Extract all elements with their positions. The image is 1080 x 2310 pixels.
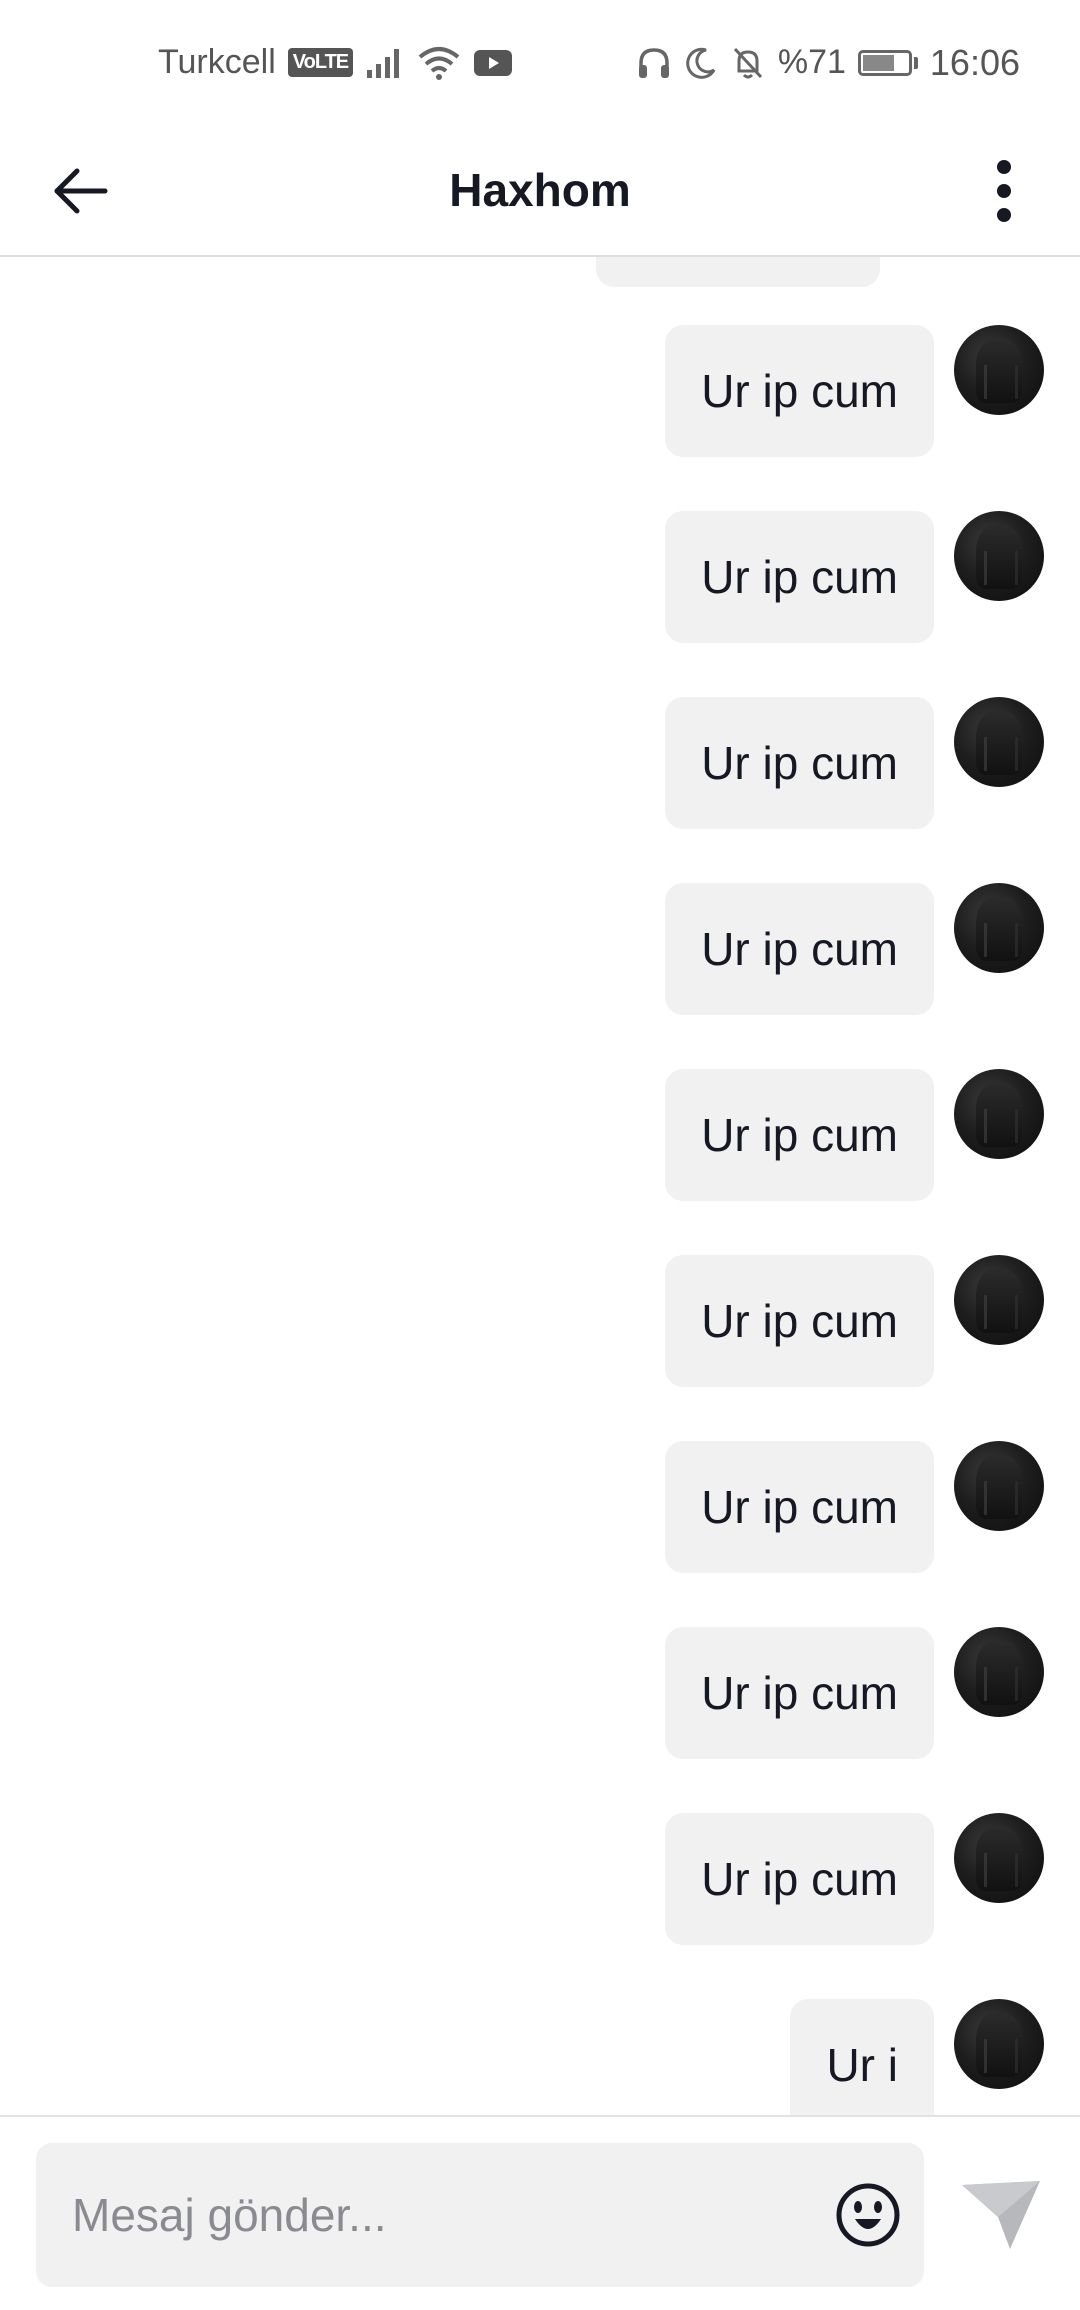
message-bubble[interactable]: Ur ip cum xyxy=(665,511,934,643)
status-left: Turkcell VoLTE xyxy=(158,43,513,82)
message-bubble[interactable]: Ur ip cum xyxy=(665,1069,934,1201)
message-bubble[interactable]: Ur ip cum xyxy=(665,1441,934,1573)
chat-title: Haxhom xyxy=(449,164,631,216)
avatar[interactable] xyxy=(954,1813,1044,1903)
carrier-name: Turkcell xyxy=(158,43,276,81)
avatar[interactable] xyxy=(954,511,1044,601)
clock: 16:06 xyxy=(929,41,1020,83)
emoji-icon xyxy=(836,2183,900,2247)
headphones-icon xyxy=(636,45,672,81)
chat-header: Haxhom xyxy=(0,125,1080,257)
volte-badge: VoLTE xyxy=(287,48,354,77)
message-row: Ur ip cum xyxy=(665,1069,1044,1201)
avatar[interactable] xyxy=(954,325,1044,415)
avatar[interactable] xyxy=(954,697,1044,787)
wifi-icon xyxy=(417,45,461,81)
message-row: Ur ip cum xyxy=(665,1627,1044,1759)
battery-icon xyxy=(857,49,918,76)
message-composer xyxy=(0,2115,1080,2310)
avatar[interactable] xyxy=(954,1999,1044,2089)
more-options-button[interactable] xyxy=(974,151,1034,231)
status-bar: Turkcell VoLTE %71 16:06 xyxy=(0,0,1080,125)
status-right: %71 16:06 xyxy=(636,42,1020,84)
battery-percent: %71 xyxy=(777,43,846,81)
signal-icon xyxy=(365,46,405,80)
more-vertical-icon xyxy=(997,160,1011,222)
avatar[interactable] xyxy=(954,883,1044,973)
message-row: Ur ip cum xyxy=(665,1441,1044,1573)
message-bubble[interactable]: Ur ip cum xyxy=(665,1255,934,1387)
moon-icon xyxy=(684,46,718,80)
avatar[interactable] xyxy=(954,1255,1044,1345)
message-bubble[interactable]: Ur ip cum xyxy=(665,697,934,829)
message-row: Ur i xyxy=(790,1999,1044,2115)
send-icon xyxy=(962,2181,1040,2249)
message-row: Ur ip cum xyxy=(665,1813,1044,1945)
avatar[interactable] xyxy=(954,1069,1044,1159)
back-button[interactable] xyxy=(46,157,114,225)
message-row: Ur ip cum xyxy=(665,697,1044,829)
avatar[interactable] xyxy=(954,1441,1044,1531)
message-row: Ur ip cum xyxy=(665,1255,1044,1387)
message-bubble[interactable]: Ur ip cum xyxy=(665,325,934,457)
arrow-left-icon xyxy=(54,168,108,214)
message-bubble[interactable]: Ur ip cum xyxy=(665,883,934,1015)
message-row: Ur ip cum xyxy=(665,325,1044,457)
message-bubble[interactable]: Ur i xyxy=(790,1999,934,2115)
message-input[interactable] xyxy=(72,2188,812,2242)
avatar[interactable] xyxy=(954,1627,1044,1717)
send-button[interactable] xyxy=(958,2177,1044,2253)
emoji-button[interactable] xyxy=(834,2181,902,2249)
message-row: Ur ip cum xyxy=(665,883,1044,1015)
message-input-box[interactable] xyxy=(36,2143,924,2287)
message-row: Ur ip cum xyxy=(665,511,1044,643)
message-bubble[interactable]: Ur ip cum xyxy=(665,1627,934,1759)
partial-message-bubble xyxy=(596,257,880,287)
youtube-icon xyxy=(473,48,513,78)
message-list[interactable]: Ur ip cum Ur ip cum Ur ip cum Ur ip cum Ur i… xyxy=(0,257,1080,2115)
bell-off-icon xyxy=(730,45,766,81)
message-bubble[interactable]: Ur ip cum xyxy=(665,1813,934,1945)
